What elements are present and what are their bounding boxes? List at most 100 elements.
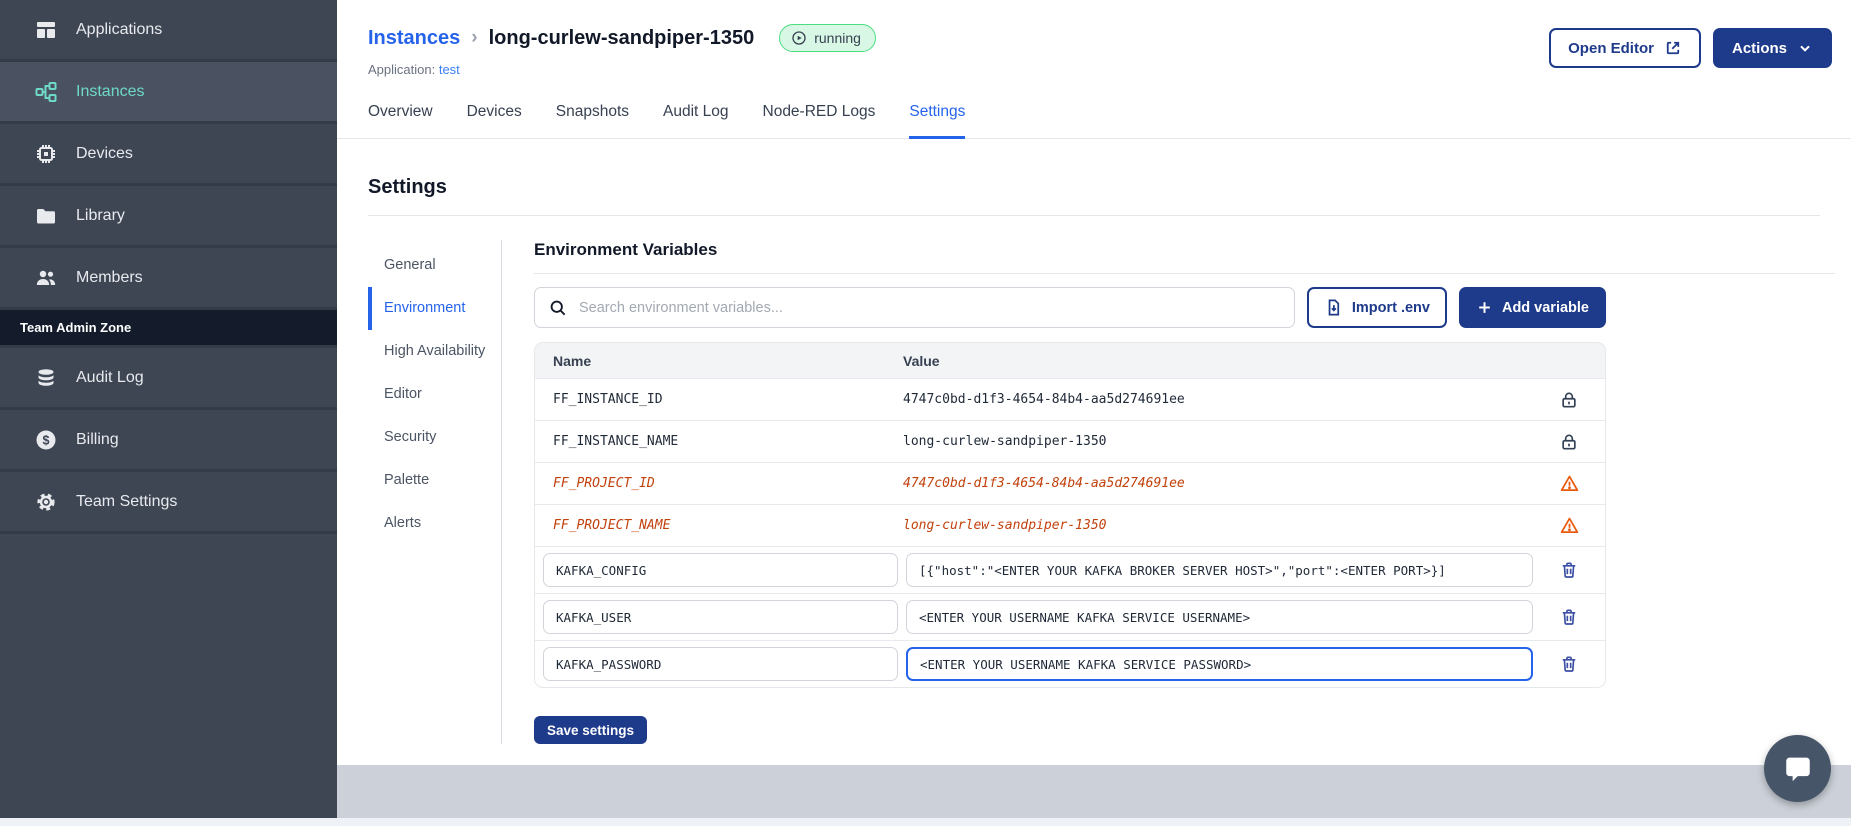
env-var-value-input-focused[interactable] — [906, 647, 1533, 681]
app-root: Applications Instances Devices Library M… — [0, 0, 1851, 826]
env-var-value: long-curlew-sandpiper-1350 — [903, 434, 1107, 449]
sidebar-item-label: Team Settings — [76, 492, 178, 510]
warning-triangle-icon — [1559, 515, 1580, 536]
sidebar-item-label: Billing — [76, 430, 119, 448]
actions-label: Actions — [1731, 39, 1787, 57]
users-icon — [33, 265, 59, 291]
instance-tabs: Overview Devices Snapshots Audit Log Nod… — [337, 103, 1851, 139]
table-row: FF_INSTANCE_NAME long-curlew-sandpiper-1… — [535, 420, 1605, 462]
table-row-editable — [535, 546, 1605, 593]
save-settings-button[interactable]: Save settings — [534, 716, 648, 744]
table-row-editable — [535, 640, 1605, 687]
delete-variable-button[interactable] — [1556, 604, 1582, 630]
open-editor-button[interactable]: Open Editor — [1549, 28, 1701, 68]
subnav-environment[interactable]: Environment — [368, 287, 501, 331]
sidebar: Applications Instances Devices Library M… — [0, 0, 337, 818]
open-editor-label: Open Editor — [1568, 39, 1654, 57]
env-var-name: FF_INSTANCE_ID — [553, 392, 663, 407]
instance-name-title: long-curlew-sandpiper-1350 — [488, 26, 755, 49]
table-header-row: Name Value — [535, 343, 1605, 378]
breadcrumb-instances-link[interactable]: Instances — [368, 27, 460, 50]
env-variables-table: Name Value FF_INSTANCE_ID 4747c0bd-d1f3-… — [534, 342, 1606, 688]
database-icon — [33, 365, 59, 391]
table-row: FF_INSTANCE_ID 4747c0bd-d1f3-4654-84b4-a… — [535, 378, 1605, 420]
tab-settings[interactable]: Settings — [909, 103, 966, 139]
subnav-security[interactable]: Security — [368, 416, 501, 459]
lock-icon — [1559, 432, 1579, 452]
subnav-palette[interactable]: Palette — [368, 459, 501, 502]
env-var-value-input[interactable] — [906, 553, 1533, 587]
devices-chip-icon — [33, 141, 59, 167]
folder-icon — [33, 203, 59, 229]
external-link-icon — [1664, 39, 1682, 57]
subnav-general[interactable]: General — [368, 244, 501, 287]
status-badge-label: running — [814, 30, 861, 46]
footer-strip — [337, 765, 1851, 818]
chevron-down-icon — [1797, 40, 1813, 56]
sidebar-item-label: Audit Log — [76, 368, 144, 386]
subnav-editor[interactable]: Editor — [368, 373, 501, 416]
column-header-name: Name — [553, 352, 592, 369]
bottom-bar — [0, 818, 1851, 826]
env-var-name-input[interactable] — [543, 600, 898, 634]
env-var-value: long-curlew-sandpiper-1350 — [903, 518, 1107, 533]
add-variable-label: Add variable — [1501, 299, 1589, 316]
chat-widget-button[interactable] — [1764, 735, 1831, 802]
sidebar-item-devices[interactable]: Devices — [0, 124, 337, 186]
sidebar-item-billing[interactable]: $ Billing — [0, 410, 337, 472]
search-input[interactable] — [579, 299, 1281, 316]
sidebar-item-label: Members — [76, 268, 143, 286]
import-env-button[interactable]: Import .env — [1306, 287, 1447, 328]
search-box — [534, 287, 1295, 328]
instance-header: Instances › long-curlew-sandpiper-1350 r… — [337, 0, 1851, 77]
sidebar-section-label: Team Admin Zone — [20, 320, 132, 335]
delete-variable-button[interactable] — [1556, 651, 1582, 677]
sidebar-section-team-admin-zone: Team Admin Zone — [0, 310, 337, 348]
tab-devices[interactable]: Devices — [467, 103, 522, 139]
env-var-value-input[interactable] — [906, 600, 1533, 634]
application-label: Application: — [368, 62, 436, 77]
plus-icon — [1476, 299, 1493, 316]
tab-overview[interactable]: Overview — [368, 103, 433, 139]
svg-text:$: $ — [43, 433, 50, 447]
sidebar-item-audit-log[interactable]: Audit Log — [0, 348, 337, 410]
add-variable-button[interactable]: Add variable — [1458, 287, 1606, 328]
environment-panel: Environment Variables Search environment… — [534, 240, 1835, 744]
env-var-value: 4747c0bd-d1f3-4654-84b4-aa5d274691ee — [903, 476, 1185, 491]
dollar-circle-icon: $ — [33, 427, 59, 453]
tab-snapshots[interactable]: Snapshots — [556, 103, 629, 139]
header-actions: Open Editor Actions — [1549, 28, 1832, 68]
settings-subnav: General Environment High Availability Ed… — [368, 240, 502, 744]
actions-button[interactable]: Actions — [1712, 28, 1832, 68]
instances-icon — [33, 79, 59, 105]
sidebar-item-members[interactable]: Members — [0, 248, 337, 310]
column-header-value: Value — [903, 352, 940, 369]
trash-icon — [1559, 607, 1579, 627]
env-var-name: FF_INSTANCE_NAME — [553, 434, 679, 449]
table-row-deprecated: FF_PROJECT_ID 4747c0bd-d1f3-4654-84b4-aa… — [535, 462, 1605, 504]
tab-node-red-logs[interactable]: Node-RED Logs — [763, 103, 876, 139]
running-play-icon — [791, 30, 807, 46]
tab-audit-log[interactable]: Audit Log — [663, 103, 729, 139]
search-icon — [548, 298, 568, 318]
sidebar-item-instances[interactable]: Instances — [0, 62, 337, 124]
env-var-name-input[interactable] — [543, 553, 898, 587]
environment-content: Import .env Add variable Name Value — [534, 287, 1606, 744]
sidebar-item-team-settings[interactable]: Team Settings — [0, 472, 337, 534]
env-var-name: FF_PROJECT_NAME — [553, 518, 671, 533]
sidebar-item-label: Applications — [76, 20, 163, 38]
main-content: Instances › long-curlew-sandpiper-1350 r… — [337, 0, 1851, 765]
chat-bubble-icon — [1781, 752, 1815, 786]
sidebar-item-library[interactable]: Library — [0, 186, 337, 248]
status-badge: running — [779, 24, 876, 52]
env-var-value: 4747c0bd-d1f3-4654-84b4-aa5d274691ee — [903, 392, 1185, 407]
env-var-name: FF_PROJECT_ID — [553, 476, 655, 491]
env-toolbar: Import .env Add variable — [534, 287, 1606, 328]
sidebar-item-applications[interactable]: Applications — [0, 0, 337, 62]
delete-variable-button[interactable] — [1556, 557, 1582, 583]
subnav-alerts[interactable]: Alerts — [368, 502, 501, 545]
subnav-high-availability[interactable]: High Availability — [368, 330, 501, 373]
table-row-editable — [535, 593, 1605, 640]
env-var-name-input[interactable] — [543, 647, 898, 681]
application-link[interactable]: test — [439, 62, 460, 77]
